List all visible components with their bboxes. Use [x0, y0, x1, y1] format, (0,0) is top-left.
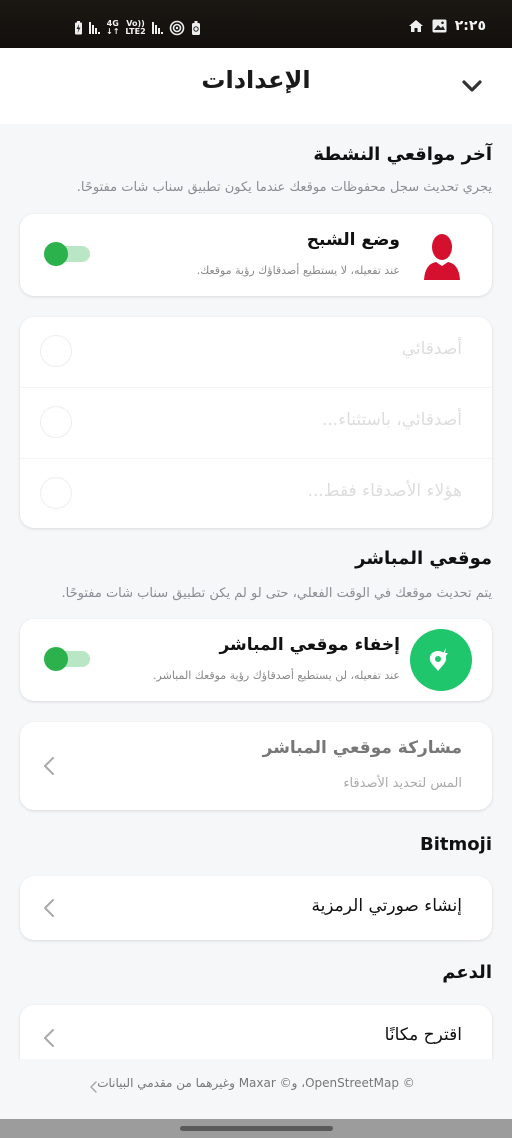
- section-desc-recent-locations: يجري تحديث سجل محفوظات موقعك عندما يكون …: [76, 180, 492, 195]
- hide-live-location-title: إخفاء موقعي المباشر: [219, 635, 400, 655]
- ghost-mode-toggle[interactable]: [44, 242, 90, 266]
- data-arrows-icon: ↓↑: [106, 27, 120, 36]
- home-icon: [408, 20, 423, 32]
- hotspot-icon: [169, 20, 184, 36]
- live-location-icon: [410, 629, 472, 691]
- toggle-knob: [44, 647, 68, 671]
- share-live-location-card[interactable]: مشاركة موقعي المباشر المس لتحديد الأصدقا…: [20, 722, 492, 810]
- status-icons-right: ٢:٢٥: [408, 18, 486, 34]
- option-label: هؤلاء الأصدقاء فقط...: [307, 481, 462, 501]
- toggle-knob: [44, 242, 68, 266]
- create-bitmoji-item[interactable]: إنشاء صورتي الرمزية: [20, 876, 492, 940]
- system-nav-bar: [0, 1119, 512, 1138]
- lte-label: LTE2: [125, 27, 146, 36]
- ghost-mode-title: وضع الشبح: [306, 230, 400, 250]
- status-icons-left: 4G ↓↑ Vo)) LTE2: [74, 20, 201, 36]
- battery-saver-icon: [191, 21, 200, 35]
- chevron-down-icon[interactable]: [460, 74, 484, 98]
- option-label: أصدقائي، باستثناء...: [321, 410, 462, 430]
- share-live-location-subtitle: المس لتحديد الأصدقاء: [343, 776, 462, 791]
- section-title-recent-locations: آخر مواقعي النشطة: [313, 144, 492, 165]
- hide-live-location-card: إخفاء موقعي المباشر عند تفعيله، لن يستطي…: [20, 619, 492, 701]
- settings-header: الإعدادات: [0, 48, 512, 124]
- suggest-place-label: اقترح مكانًا: [384, 1025, 462, 1045]
- create-bitmoji-label: إنشاء صورتي الرمزية: [311, 896, 462, 916]
- signal-icon: [151, 22, 163, 34]
- radio-button[interactable]: [40, 477, 72, 509]
- section-title-support: الدعم: [442, 962, 492, 983]
- clock: ٢:٢٥: [454, 18, 486, 34]
- ghost-mode-card: وضع الشبح عند تفعيله، لا يستطيع أصدقاؤك …: [20, 214, 492, 296]
- radio-button[interactable]: [40, 406, 72, 438]
- chevron-left-icon[interactable]: [88, 1080, 98, 1094]
- option-label: أصدقائي: [401, 339, 462, 359]
- visibility-option-my-friends[interactable]: أصدقائي: [20, 317, 492, 387]
- chevron-left-icon: [44, 899, 54, 917]
- volte-indicator: Vo)) LTE2: [125, 20, 145, 36]
- hide-live-location-subtitle: عند تفعيله، لن يستطيع أصدقاؤك رؤية موقعك…: [153, 669, 400, 682]
- chevron-left-icon: [44, 1029, 54, 1047]
- network-4g-icon: 4G ↓↑: [106, 20, 119, 36]
- status-bar: 4G ↓↑ Vo)) LTE2 ٢:٢٥: [0, 0, 512, 48]
- section-title-live-location: موقعي المباشر: [355, 548, 492, 569]
- ghost-avatar-icon: [424, 234, 460, 280]
- section-desc-live-location: يتم تحديث موقعك في الوقت الفعلي، حتى لو …: [61, 586, 493, 601]
- ghost-mode-subtitle: عند تفعيله، لا يستطيع أصدقاؤك رؤية موقعك…: [196, 264, 400, 277]
- map-attribution[interactable]: © OpenStreetMap، و© Maxar وغيرهما من مقد…: [0, 1076, 512, 1090]
- visibility-option-only-these-friends[interactable]: هؤلاء الأصدقاء فقط...: [20, 459, 492, 529]
- signal-icon: [89, 22, 100, 34]
- hide-live-location-toggle[interactable]: [44, 647, 90, 671]
- visibility-options-card: أصدقائي أصدقائي، باستثناء... هؤلاء الأصد…: [20, 317, 492, 528]
- chevron-left-icon: [44, 757, 54, 775]
- gallery-icon: [432, 19, 447, 33]
- share-live-location-title: مشاركة موقعي المباشر: [262, 738, 462, 758]
- page-title: الإعدادات: [201, 66, 311, 94]
- battery-charging-icon: [75, 21, 82, 35]
- visibility-option-friends-except[interactable]: أصدقائي، باستثناء...: [20, 388, 492, 458]
- section-title-bitmoji: Bitmoji: [420, 834, 492, 855]
- home-gesture-handle[interactable]: [180, 1126, 333, 1131]
- radio-button[interactable]: [40, 335, 72, 367]
